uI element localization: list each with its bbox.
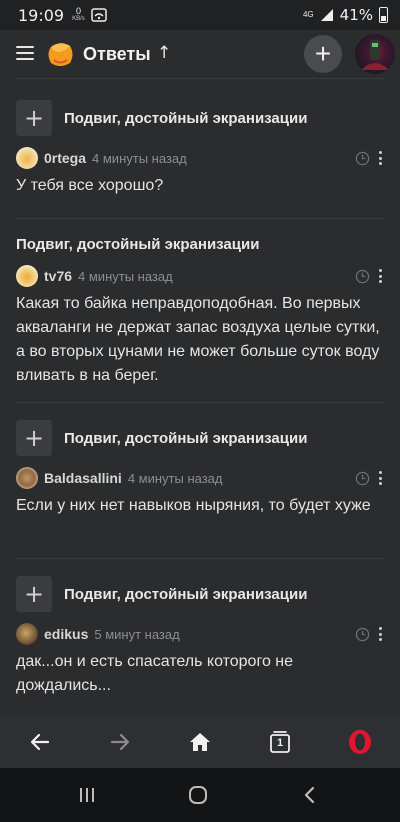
clock-icon[interactable] <box>355 627 370 642</box>
arrow-left-icon[interactable] <box>26 728 54 756</box>
menu-icon[interactable] <box>16 46 34 60</box>
comment-text: Какая то байка неправдоподобная. Во перв… <box>16 295 380 384</box>
wifi-icon <box>91 8 107 22</box>
divider <box>16 78 384 79</box>
clock-icon[interactable] <box>355 151 370 166</box>
comment-meta: 0rtega 4 минуты назад <box>16 146 384 170</box>
divider <box>16 218 384 219</box>
network-type: 4G <box>303 11 314 19</box>
username[interactable]: edikus <box>44 626 88 642</box>
comment-time[interactable]: 5 минут назад <box>94 627 179 642</box>
username[interactable]: 0rtega <box>44 150 86 166</box>
net-speed-value: 0 <box>75 6 81 16</box>
avatar[interactable] <box>355 34 395 74</box>
avatar[interactable] <box>16 147 38 169</box>
thread-header: + Подвиг, достойный экранизации <box>16 100 307 136</box>
comment-time[interactable]: 4 минуты назад <box>92 151 187 166</box>
thread-header: + Подвиг, достойный экранизации <box>16 576 307 612</box>
home-icon[interactable] <box>186 728 214 756</box>
more-vert-icon[interactable] <box>378 471 382 485</box>
logo-icon[interactable] <box>45 39 75 69</box>
arrow-right-icon[interactable] <box>106 728 134 756</box>
avatar[interactable] <box>16 265 38 287</box>
expand-thread-button[interactable]: + <box>16 576 52 612</box>
status-time: 19:09 <box>18 5 65 25</box>
comment-time[interactable]: 4 минуты назад <box>78 269 173 284</box>
username[interactable]: tv76 <box>44 268 72 284</box>
expand-thread-button[interactable]: + <box>16 100 52 136</box>
tabs-count: 1 <box>276 737 284 749</box>
thread-header: + Подвиг, достойный экранизации <box>16 420 307 456</box>
comment-text: дак...он и есть спасатель которого не до… <box>16 653 294 694</box>
thread-title[interactable]: Подвиг, достойный экранизации <box>64 586 307 603</box>
tabs-icon[interactable]: 1 <box>266 728 294 756</box>
browser-toolbar: 1 <box>0 716 400 768</box>
signal-icon <box>320 8 334 22</box>
more-vert-icon[interactable] <box>378 269 382 283</box>
thread-title[interactable]: Подвиг, достойный экранизации <box>64 430 307 447</box>
add-button[interactable]: + <box>304 35 342 73</box>
comment-text: У тебя все хорошо? <box>16 177 164 194</box>
divider <box>16 558 384 559</box>
app-header: Ответы ↑ + <box>0 30 400 78</box>
comment-text: Если у них нет навыков ныряния, то будет… <box>16 497 371 514</box>
username[interactable]: Baldasallini <box>44 470 122 486</box>
net-speed-unit: KB/s <box>72 16 85 22</box>
android-nav-bar <box>0 768 400 822</box>
back-nav-icon[interactable] <box>298 783 322 807</box>
net-speed: 0 KB/s <box>72 7 85 23</box>
clock-icon[interactable] <box>355 269 370 284</box>
clock-icon[interactable] <box>355 471 370 486</box>
thread-title[interactable]: Подвиг, достойный экранизации <box>16 236 259 253</box>
answers-feed: + Подвиг, достойный экранизации 0rtega 4… <box>0 78 400 716</box>
page-title: Ответы <box>83 44 151 64</box>
more-vert-icon[interactable] <box>378 151 382 165</box>
battery-icon <box>379 7 388 23</box>
avatar[interactable] <box>16 623 38 645</box>
network-type-label: 4G <box>302 10 314 19</box>
battery-percent: 41% <box>339 6 373 24</box>
comment-meta: Baldasallini 4 минуты назад <box>16 466 384 490</box>
recents-icon[interactable] <box>75 783 99 807</box>
comment-meta: tv76 4 минуты назад <box>16 264 384 288</box>
avatar[interactable] <box>16 467 38 489</box>
status-bar: 19:09 0 KB/s 4G 41% <box>0 0 400 30</box>
comment-time[interactable]: 4 минуты назад <box>128 471 223 486</box>
opera-icon[interactable] <box>346 728 374 756</box>
more-vert-icon[interactable] <box>378 627 382 641</box>
thread-title[interactable]: Подвиг, достойный экранизации <box>64 110 307 127</box>
expand-thread-button[interactable]: + <box>16 420 52 456</box>
comment-meta: edikus 5 минут назад <box>16 622 384 646</box>
home-nav-icon[interactable] <box>186 783 210 807</box>
divider <box>16 402 384 403</box>
arrow-up-icon[interactable]: ↑ <box>157 43 171 63</box>
